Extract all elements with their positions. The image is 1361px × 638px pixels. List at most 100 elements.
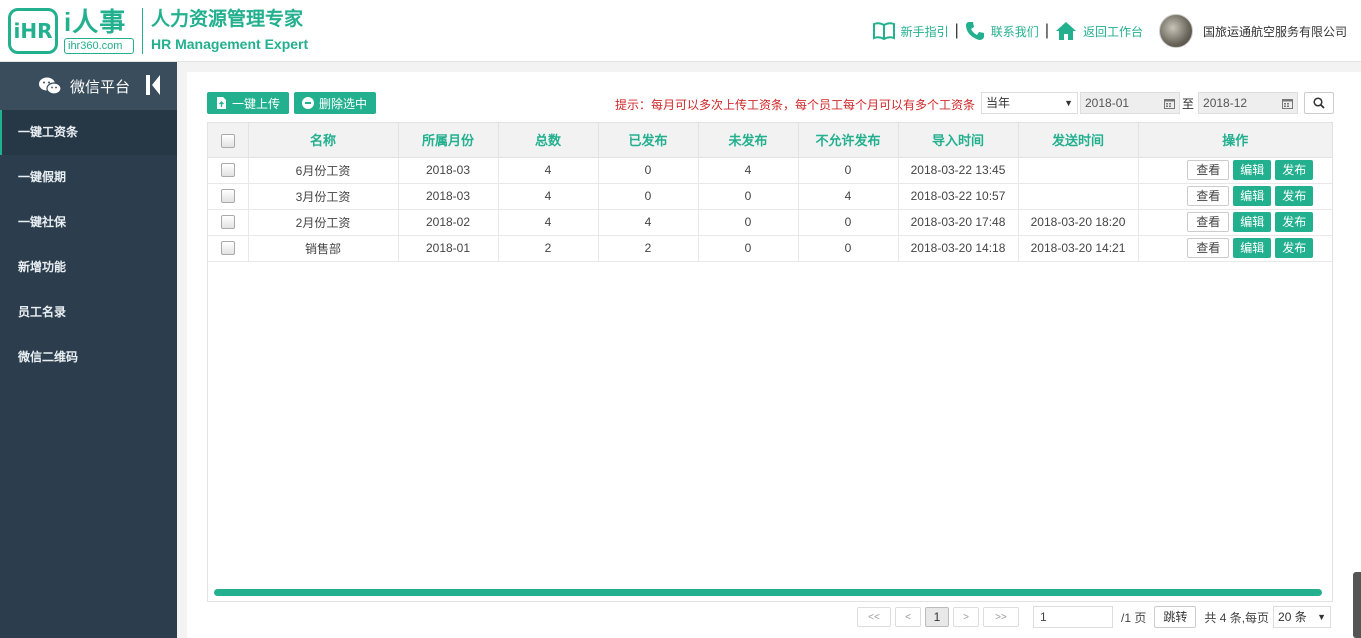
page-scrollbar[interactable]	[1353, 572, 1361, 638]
column-header: 不允许发布	[798, 123, 899, 158]
avatar[interactable]	[1158, 14, 1193, 48]
view-button[interactable]: 查看	[1187, 212, 1230, 232]
edit-button[interactable]: 编辑	[1233, 160, 1272, 180]
back-link[interactable]: 返回工作台	[1055, 21, 1143, 41]
sidebar-item-social-security[interactable]: 一键社保	[0, 200, 177, 245]
select-all-checkbox[interactable]	[220, 133, 235, 148]
date-to-value: 2018-12	[1203, 96, 1248, 110]
sidebar-title: 微信平台	[70, 78, 131, 96]
chevron-down-icon: ▼	[1317, 612, 1327, 622]
slogan-en: HR Management Expert	[151, 36, 309, 52]
collapse-sidebar-icon[interactable]	[145, 74, 161, 96]
column-header: 已发布	[598, 123, 699, 158]
cell-import-time: 2018-03-22 13:45	[898, 157, 1019, 184]
cell-send-time: 2018-03-20 18:20	[1018, 209, 1139, 236]
chevron-down-icon: ▼	[1064, 98, 1073, 108]
publish-button[interactable]: 发布	[1275, 238, 1314, 258]
publish-button[interactable]: 发布	[1275, 212, 1314, 232]
publish-button[interactable]: 发布	[1275, 160, 1314, 180]
date-filter: 当年 ▼ 2018-01 至 2018-12	[981, 92, 1335, 114]
search-icon	[1313, 97, 1325, 109]
cell-unpublished: 0	[698, 209, 799, 236]
page-number-input[interactable]: 1	[1033, 606, 1113, 628]
book-icon	[872, 22, 895, 40]
column-header: 操作	[1138, 123, 1332, 158]
slogan-cn: 人力资源管理专家	[151, 9, 304, 30]
edit-button[interactable]: 编辑	[1233, 186, 1272, 206]
cell-published: 0	[598, 183, 699, 210]
column-header: 发送时间	[1018, 123, 1139, 158]
sidebar-item-employee-directory[interactable]: 员工名录	[0, 290, 177, 335]
date-from-value: 2018-01	[1085, 96, 1130, 110]
upload-label: 一键上传	[232, 96, 281, 111]
sidebar-item-payslip[interactable]: 一键工资条	[0, 110, 177, 155]
row-checkbox[interactable]	[220, 163, 235, 178]
cell-published: 4	[598, 209, 699, 236]
period-select[interactable]: 当年 ▼	[981, 92, 1078, 114]
first-page-button[interactable]: <<	[857, 607, 891, 627]
cell-name: 销售部	[248, 235, 399, 262]
calendar-icon	[1282, 98, 1294, 109]
to-label: 至	[1182, 96, 1195, 111]
row-checkbox[interactable]	[220, 241, 235, 256]
total-pages-text: /1 页	[1121, 610, 1147, 625]
horizontal-scrollbar[interactable]	[214, 589, 1322, 596]
cell-month: 2018-02	[398, 209, 499, 236]
company-name[interactable]: 国旅运通航空服务有限公司	[1203, 23, 1347, 40]
publish-button[interactable]: 发布	[1275, 186, 1314, 206]
cell-not-allowed: 4	[798, 183, 899, 210]
cell-not-allowed: 0	[798, 235, 899, 262]
next-page-button[interactable]: >	[953, 607, 979, 627]
cell-unpublished: 4	[698, 157, 799, 184]
column-header: 名称	[248, 123, 399, 158]
table-row: 销售部 2018-01 2 2 0 0 2018-03-20 14:18 201…	[208, 235, 1332, 262]
row-checkbox[interactable]	[220, 189, 235, 204]
select-all-cell[interactable]	[208, 123, 249, 158]
cell-total: 2	[498, 235, 599, 262]
upload-button[interactable]: 一键上传	[207, 92, 290, 114]
per-page-select[interactable]: 20 条 ▼	[1273, 606, 1332, 628]
logo[interactable]: iHR i人事 ihr360.com 人力资源管理专家 HR Managemen…	[8, 8, 308, 54]
table-row: 3月份工资 2018-03 4 0 0 4 2018-03-22 10:57 查…	[208, 183, 1332, 210]
logo-divider	[142, 8, 143, 54]
payslip-table: 名称 所属月份 总数 已发布 未发布 不允许发布 导入时间 发送时间 操作 6月…	[208, 123, 1332, 262]
delete-label: 删除选中	[319, 96, 368, 111]
date-to-input[interactable]: 2018-12	[1198, 92, 1299, 114]
cell-send-time: 2018-03-20 14:21	[1018, 235, 1139, 262]
cell-published: 0	[598, 157, 699, 184]
date-from-input[interactable]: 2018-01	[1080, 92, 1180, 114]
separator: |	[954, 22, 959, 39]
view-button[interactable]: 查看	[1187, 238, 1230, 258]
cell-import-time: 2018-03-22 10:57	[898, 183, 1019, 210]
phone-icon	[965, 22, 984, 40]
view-button[interactable]: 查看	[1187, 186, 1230, 206]
edit-button[interactable]: 编辑	[1233, 212, 1272, 232]
jump-button[interactable]: 跳转	[1154, 606, 1197, 628]
cell-import-time: 2018-03-20 17:48	[898, 209, 1019, 236]
sidebar-item-wechat-qrcode[interactable]: 微信二维码	[0, 335, 177, 380]
cell-month: 2018-03	[398, 183, 499, 210]
cell-unpublished: 0	[698, 183, 799, 210]
separator: |	[1044, 22, 1049, 39]
guide-label: 新手指引	[900, 24, 949, 39]
table-header: 名称 所属月份 总数 已发布 未发布 不允许发布 导入时间 发送时间 操作	[208, 123, 1332, 158]
delete-selected-button[interactable]: 删除选中	[294, 92, 377, 114]
sidebar-item-leave[interactable]: 一键假期	[0, 155, 177, 200]
per-page-value: 20 条	[1278, 610, 1307, 624]
contact-label: 联系我们	[990, 24, 1039, 39]
last-page-button[interactable]: >>	[983, 607, 1019, 627]
row-checkbox[interactable]	[220, 215, 235, 230]
sidebar-item-new-features[interactable]: 新增功能	[0, 245, 177, 290]
current-page-button[interactable]: 1	[925, 607, 949, 627]
edit-button[interactable]: 编辑	[1233, 238, 1272, 258]
cell-total: 4	[498, 183, 599, 210]
top-links: 新手指引 | 联系我们 | 返回工作台 国旅运通航空服务有限公司	[872, 12, 1347, 50]
sidebar: 微信平台 一键工资条 一键假期 一键社保 新增功能 员工名录 微信二维码	[0, 62, 177, 638]
contact-link[interactable]: 联系我们	[965, 21, 1039, 41]
prev-page-button[interactable]: <	[895, 607, 921, 627]
logo-mark: iHR	[8, 8, 58, 54]
view-button[interactable]: 查看	[1187, 160, 1230, 180]
search-button[interactable]	[1304, 92, 1335, 114]
guide-link[interactable]: 新手指引	[872, 22, 949, 40]
cell-unpublished: 0	[698, 235, 799, 262]
